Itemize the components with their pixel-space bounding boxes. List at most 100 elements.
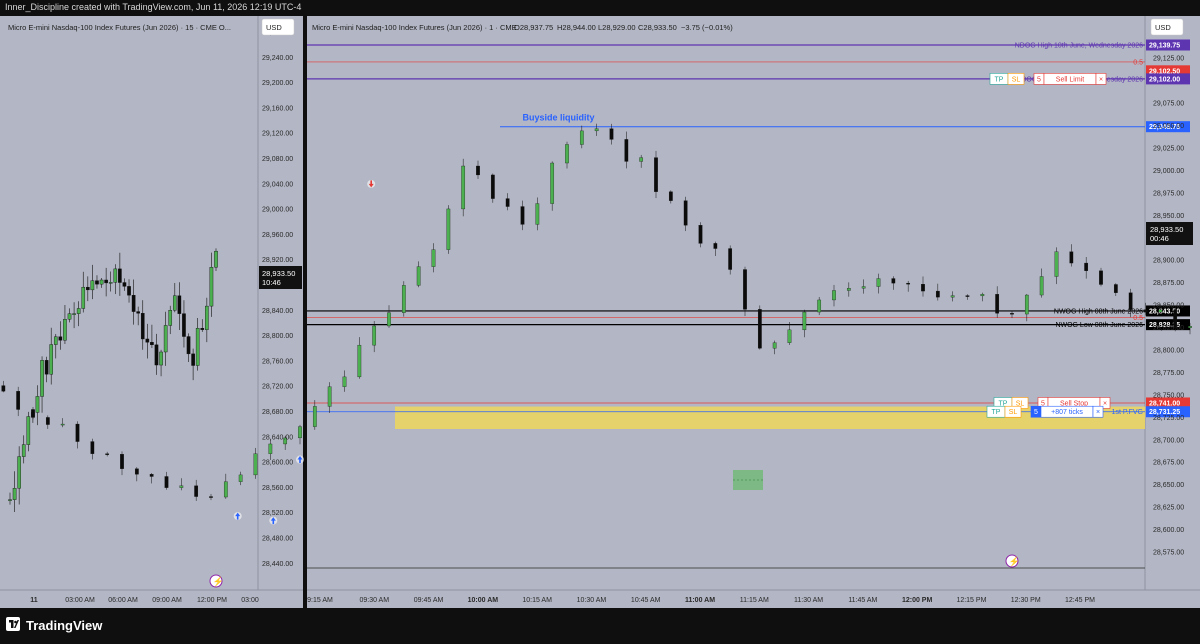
right-candle-body <box>861 286 866 289</box>
left-time-tick: 06:00 AM <box>108 597 138 604</box>
left-candle-body <box>214 250 218 268</box>
right-candle-body <box>1 385 6 392</box>
left-price-tick: 28,680.00 <box>262 409 293 416</box>
right-candle-body <box>787 329 792 343</box>
left-candle-body <box>99 279 104 285</box>
right-candle-body <box>75 423 80 442</box>
right-price-tick: 28,675.00 <box>1153 460 1184 467</box>
right-candle-body <box>209 496 213 498</box>
buy-signal-arrow-icon <box>296 455 304 464</box>
left-countdown: 10:46 <box>262 278 281 287</box>
left-price-tick: 29,080.00 <box>262 156 293 163</box>
left-candle-body <box>17 456 21 489</box>
chart-canvas[interactable]: NDOG High 10th June, Wednesday 2026 29,13… <box>0 0 1200 644</box>
left-candle-body <box>118 268 122 283</box>
right-currency-label: USD <box>1155 23 1171 32</box>
svg-text:⚡: ⚡ <box>213 576 224 588</box>
right-time-tick: 10:15 AM <box>522 597 552 604</box>
right-candle-body <box>846 288 851 291</box>
right-candle-body <box>105 453 110 455</box>
left-price-tick: 28,720.00 <box>262 384 293 391</box>
right-candle-body <box>565 144 569 164</box>
right-candle-body <box>387 312 391 327</box>
left-candle-body <box>191 353 195 366</box>
right-candle-body <box>149 474 154 477</box>
right-candle-body <box>935 290 940 298</box>
left-candle-body <box>72 313 76 315</box>
left-time-tick: 09:00 AM <box>152 597 182 604</box>
left-candle-body <box>150 342 154 346</box>
right-candle-body <box>461 165 466 210</box>
left-candle-body <box>49 344 53 375</box>
right-currency-button[interactable]: USD <box>1150 18 1184 36</box>
left-price-tick: 29,200.00 <box>262 80 293 87</box>
right-price-tick: 28,575.00 <box>1153 550 1184 557</box>
right-price-tick: 29,050.00 <box>1153 123 1184 130</box>
left-candle-body <box>104 279 108 284</box>
left-currency-button[interactable]: USD <box>261 18 295 36</box>
left-candle-body <box>131 295 136 312</box>
ohlc-open: O28,937.75 <box>514 23 553 32</box>
left-price-tick: 28,480.00 <box>262 536 293 543</box>
order-ticket[interactable]: TP SL 5 +807 ticks × <box>986 405 1104 418</box>
left-lightning-icon[interactable]: ⚡ <box>209 574 224 588</box>
fvg-label: 1st P.FVG <box>1112 409 1143 416</box>
left-time-tick: 03:00 AM <box>65 597 95 604</box>
right-last-price: 28,933.50 <box>1150 225 1183 234</box>
left-candle-body <box>172 295 177 311</box>
right-candle-body <box>921 284 925 292</box>
order-qty: 5 <box>1034 409 1038 416</box>
left-candle-body <box>195 328 200 366</box>
right-candle-body <box>743 269 747 310</box>
right-price-tick: 29,075.00 <box>1153 101 1184 108</box>
left-candle-body <box>90 280 95 291</box>
right-candle-body <box>298 426 302 439</box>
right-price-tick: 28,650.00 <box>1153 482 1184 489</box>
right-candle-body <box>832 290 836 301</box>
right-candle-body <box>1039 276 1044 296</box>
right-candle-body <box>31 409 35 418</box>
level-label: 0.5 <box>1133 59 1143 66</box>
left-candle-body <box>140 313 145 340</box>
tradingview-brand: TradingView <box>26 618 103 633</box>
right-time-tick: 09:30 AM <box>359 597 389 604</box>
left-candle-body <box>209 267 214 307</box>
pane-separator[interactable] <box>303 16 307 608</box>
left-candle-body <box>145 338 150 343</box>
right-candle-body <box>995 294 1000 314</box>
right-candle-body <box>1024 294 1029 315</box>
left-candle-body <box>154 344 159 366</box>
right-price-tick: 28,600.00 <box>1153 527 1184 534</box>
order-ticket[interactable]: TP SL 5 Sell Limit × <box>989 73 1107 85</box>
left-time-tick: 03:00 <box>241 597 259 604</box>
right-candle-body <box>327 386 332 407</box>
right-candle-body <box>446 208 451 250</box>
right-price-tick: 28,875.00 <box>1153 280 1184 287</box>
right-candle-body <box>609 128 614 140</box>
right-candle-body <box>1010 313 1014 315</box>
left-candle-body <box>86 286 90 291</box>
right-candle-body <box>1158 309 1163 313</box>
level-label: 0.5 <box>1133 315 1143 322</box>
right-candle-body <box>639 157 644 162</box>
right-time-tick: 10:45 AM <box>631 597 661 604</box>
right-lightning-icon[interactable]: ⚡ <box>1005 554 1020 568</box>
left-last-price: 28,933.50 <box>262 269 295 278</box>
left-price-tick: 28,920.00 <box>262 257 293 264</box>
left-price-tick: 29,160.00 <box>262 105 293 112</box>
right-price-tick: 28,825.00 <box>1153 325 1184 332</box>
right-candle-body <box>965 295 970 297</box>
right-price-tick: 28,950.00 <box>1153 213 1184 220</box>
right-candle-body <box>312 406 317 427</box>
right-time-tick: 10:30 AM <box>577 597 607 604</box>
order-sl-label: SL <box>1009 409 1018 416</box>
ohlc-close: C28,933.50 <box>638 23 677 32</box>
right-candle-body <box>1113 284 1118 293</box>
left-candle-body <box>113 268 118 283</box>
right-candle-body <box>90 441 95 454</box>
order-close-icon: × <box>1096 409 1100 416</box>
right-candle-body <box>476 165 480 176</box>
left-last-price-label: 28,933.50 10:46 <box>259 266 302 289</box>
left-price-tick: 28,600.00 <box>262 460 293 467</box>
right-candle-body <box>876 278 881 287</box>
